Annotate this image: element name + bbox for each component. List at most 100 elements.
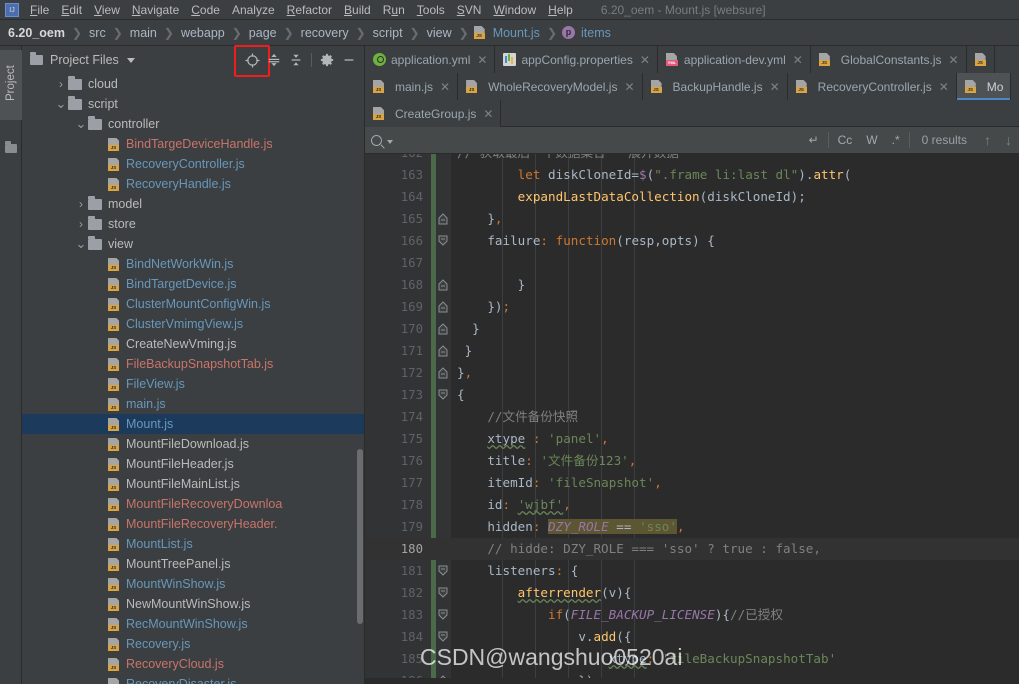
code-line[interactable]: 180 // hidde: DZY_ROLE === 'sso' ? true …: [365, 538, 1019, 560]
code-line[interactable]: 178 id: 'wjbf',: [365, 494, 1019, 516]
tree-item[interactable]: › model: [22, 194, 364, 214]
editor-tab-application-yml[interactable]: application.yml ✕: [365, 46, 496, 73]
code-line[interactable]: 162 // 获取最后一个数据集合 - 展开数据: [365, 154, 1019, 164]
editor-tab-creategroup-js[interactable]: CreateGroup.js ✕: [365, 100, 502, 127]
code-line[interactable]: 164 expandLastDataCollection(diskCloneId…: [365, 186, 1019, 208]
chevron-down-icon[interactable]: ⌄: [54, 94, 68, 114]
breadcrumb-item-view[interactable]: view ❯: [425, 26, 474, 40]
breadcrumb-item-script[interactable]: script ❯: [371, 26, 425, 40]
tree-item[interactable]: NewMountWinShow.js: [22, 594, 364, 614]
menu-tools[interactable]: Tools: [411, 1, 451, 19]
code-line[interactable]: 182 afterrender(v){: [365, 582, 1019, 604]
tree-item[interactable]: BindTargeDeviceHandle.js: [22, 134, 364, 154]
code-line[interactable]: 186 }): [365, 670, 1019, 678]
tree-item[interactable]: BindTargetDevice.js: [22, 274, 364, 294]
code-line[interactable]: 169 });: [365, 296, 1019, 318]
menu-file[interactable]: File: [24, 1, 55, 19]
code-line[interactable]: 174 //文件备份快照: [365, 406, 1019, 428]
tree-scrollbar[interactable]: [357, 449, 363, 624]
editor-tab-appconfig-properties[interactable]: appConfig.properties ✕: [495, 46, 658, 73]
menu-window[interactable]: Window: [487, 1, 542, 19]
code-editor[interactable]: 162// 获取最后一个数据集合 - 展开数据163 let diskClone…: [365, 154, 1019, 678]
tree-item-selected[interactable]: Mount.js: [22, 414, 364, 434]
tree-item[interactable]: FileView.js: [22, 374, 364, 394]
code-line[interactable]: 163 let diskCloneId=$(".frame li:last dl…: [365, 164, 1019, 186]
editor-tab-application-dev-yml[interactable]: application-dev.yml ✕: [657, 46, 811, 73]
close-icon[interactable]: ✕: [440, 80, 450, 94]
close-icon[interactable]: ✕: [483, 107, 493, 121]
tree-item[interactable]: RecoveryCloud.js: [22, 654, 364, 674]
tree-item[interactable]: ⌄ view: [22, 234, 364, 254]
settings-gear-button[interactable]: [316, 49, 338, 71]
close-icon[interactable]: ✕: [624, 80, 634, 94]
tree-item[interactable]: BindNetWorkWin.js: [22, 254, 364, 274]
hide-panel-button[interactable]: [338, 49, 360, 71]
breadcrumb-item-recovery[interactable]: recovery ❯: [299, 26, 371, 40]
find-input-wrapper[interactable]: [371, 127, 802, 154]
editor-tab-mount-js[interactable]: Mo: [956, 73, 1012, 100]
breadcrumb-item-project[interactable]: 6.20_oem ❯: [6, 26, 87, 40]
find-words-toggle[interactable]: W: [859, 127, 884, 154]
menu-view[interactable]: View: [88, 1, 126, 19]
chevron-right-icon[interactable]: ›: [74, 194, 88, 214]
tree-item[interactable]: › store: [22, 214, 364, 234]
tree-item[interactable]: ⌄ controller: [22, 114, 364, 134]
code-line[interactable]: 166 failure: function(resp,opts) {: [365, 230, 1019, 252]
close-icon[interactable]: ✕: [793, 53, 803, 67]
fold-expanded-icon[interactable]: [437, 631, 449, 643]
tree-item[interactable]: MountList.js: [22, 534, 364, 554]
menu-edit[interactable]: Edit: [55, 1, 88, 19]
menu-refactor[interactable]: Refactor: [281, 1, 338, 19]
find-next-button[interactable]: ↓: [998, 132, 1019, 148]
editor-tab-recoverycontroller-js[interactable]: RecoveryController.js ✕: [787, 73, 957, 100]
tree-item[interactable]: Recovery.js: [22, 634, 364, 654]
search-input[interactable]: [397, 133, 802, 147]
tree-item[interactable]: MountTreePanel.js: [22, 554, 364, 574]
project-file-tree[interactable]: ›cloud⌄script⌄controllerBindTargeDeviceH…: [22, 74, 364, 684]
tree-item[interactable]: main.js: [22, 394, 364, 414]
breadcrumb-item-main[interactable]: main ❯: [128, 26, 179, 40]
code-line[interactable]: 184 v.add({: [365, 626, 1019, 648]
tree-item[interactable]: MountFileHeader.js: [22, 454, 364, 474]
code-line[interactable]: 176 title: '文件备份123',: [365, 450, 1019, 472]
editor-tab-globalconstants-js[interactable]: GlobalConstants.js ✕: [810, 46, 967, 73]
tree-item[interactable]: CreateNewVming.js: [22, 334, 364, 354]
tree-item[interactable]: RecoveryDisaster.js: [22, 674, 364, 684]
tree-item[interactable]: MountFileRecoveryHeader.: [22, 514, 364, 534]
fold-region-icon[interactable]: [437, 345, 449, 357]
find-prev-button[interactable]: ↑: [977, 132, 998, 148]
fold-region-icon[interactable]: [437, 675, 449, 678]
find-regex-toggle[interactable]: .*: [885, 127, 907, 154]
close-icon[interactable]: ✕: [939, 80, 949, 94]
locate-file-button[interactable]: [234, 45, 270, 77]
code-line[interactable]: 181 listeners: {: [365, 560, 1019, 582]
tree-item[interactable]: › cloud: [22, 74, 364, 94]
menu-code[interactable]: Code: [185, 1, 226, 19]
code-line[interactable]: 177 itemId: 'fileSnapshot',: [365, 472, 1019, 494]
menu-run[interactable]: Run: [377, 1, 411, 19]
fold-expanded-icon[interactable]: [437, 565, 449, 577]
editor-tab-main-js[interactable]: main.js ✕: [365, 73, 459, 100]
expand-all-button[interactable]: [263, 49, 285, 71]
menu-navigate[interactable]: Navigate: [126, 1, 185, 19]
fold-region-icon[interactable]: [437, 367, 449, 379]
menu-analyze[interactable]: Analyze: [226, 1, 281, 19]
editor-tab-backuphandle-js[interactable]: BackupHandle.js ✕: [642, 73, 788, 100]
tree-item[interactable]: RecoveryHandle.js: [22, 174, 364, 194]
menu-build[interactable]: Build: [338, 1, 377, 19]
editor-tab-overflow[interactable]: [966, 46, 995, 73]
fold-expanded-icon[interactable]: [437, 389, 449, 401]
chevron-right-icon[interactable]: ›: [54, 74, 68, 94]
close-icon[interactable]: ✕: [477, 53, 487, 67]
code-line[interactable]: 183 if(FILE_BACKUP_LICENSE){//已授权: [365, 604, 1019, 626]
collapse-all-button[interactable]: [285, 49, 307, 71]
code-line[interactable]: 172},: [365, 362, 1019, 384]
code-line[interactable]: 175 xtype : 'panel',: [365, 428, 1019, 450]
breadcrumb-item-mountjs[interactable]: Mount.js ❯: [473, 26, 562, 40]
breadcrumb-item-page[interactable]: page ❯: [247, 26, 299, 40]
tree-item[interactable]: MountFileMainList.js: [22, 474, 364, 494]
close-icon[interactable]: ✕: [770, 80, 780, 94]
find-newline-toggle[interactable]: ↵: [802, 127, 826, 154]
code-line[interactable]: 185 xtype: 'fileBackupSnapshotTab': [365, 648, 1019, 670]
breadcrumb-item-src[interactable]: src ❯: [87, 26, 128, 40]
